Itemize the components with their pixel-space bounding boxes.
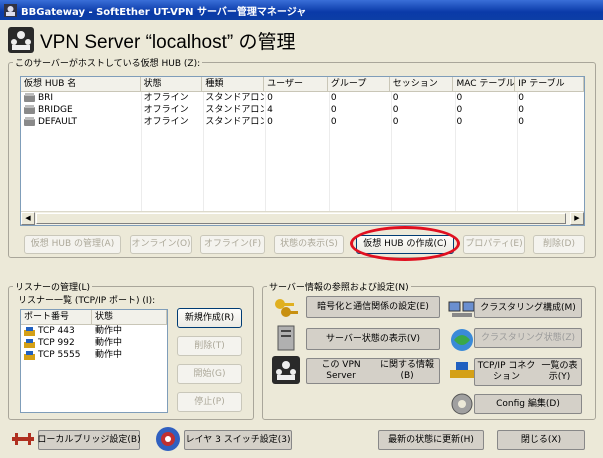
hub-list[interactable]: 仮想 HUB 名 状態 種類 ユーザー グループ セッション MAC テーブル …: [20, 76, 585, 226]
server-status-icon: [277, 325, 295, 351]
hub-icon: [24, 117, 35, 126]
cluster-status-icon: [451, 329, 473, 351]
scroll-left-icon[interactable]: ◀: [21, 212, 35, 225]
about-server-button[interactable]: この VPN Server に関する情報(B): [306, 358, 440, 384]
window-title: BBGateway - SoftEther UT-VPN サーバー管理マネージャ: [21, 6, 307, 18]
keys-icon: [275, 299, 298, 317]
port-icon: [24, 339, 35, 348]
col-sessions[interactable]: セッション: [390, 77, 454, 91]
config-edit-icon: [451, 393, 473, 415]
local-bridge-button[interactable]: ローカルブリッジ設定(B): [37, 430, 141, 450]
refresh-button[interactable]: 最新の状態に更新(H): [378, 430, 484, 450]
app-icon: [4, 3, 17, 17]
page-header: VPN Server “localhost” の管理: [8, 26, 296, 54]
hub-row[interactable]: BRIDGE オフライン スタンドアロン 4 0 0 0 0: [21, 104, 584, 116]
listener-list[interactable]: ポート番号 状態 TCP 443 動作中 TCP 992 動作中 TCP 555…: [20, 309, 168, 413]
page-title: VPN Server “localhost” の管理: [40, 31, 296, 53]
highlight-ellipse: [350, 226, 460, 261]
listener-stop-button[interactable]: 停止(P): [177, 392, 242, 412]
col-ip-table[interactable]: IP テーブル: [515, 77, 584, 91]
server-info-group-legend: サーバー情報の参照および設定(N): [267, 280, 411, 293]
cluster-icon: [448, 301, 475, 317]
server-status-button[interactable]: サーバー状態の表示(V): [306, 328, 440, 350]
port-icon: [24, 327, 35, 336]
layer3-switch-icon: [156, 427, 180, 451]
hub-group-legend: このサーバーがホストしている仮想 HUB (Z):: [13, 56, 203, 69]
listener-list-header: ポート番号 状態: [21, 310, 167, 325]
listener-list-label: リスナー一覧 (TCP/IP ポート) (I):: [18, 296, 156, 306]
layer3-switch-button[interactable]: レイヤ 3 スイッチ設定(3): [184, 430, 292, 450]
col-users[interactable]: ユーザー: [264, 77, 328, 91]
listener-group-legend: リスナーの管理(L): [13, 280, 93, 293]
listener-delete-button[interactable]: 削除(T): [177, 336, 242, 356]
hub-icon: [24, 105, 35, 114]
clustering-config-button[interactable]: クラスタリング構成(M): [474, 298, 582, 318]
scroll-thumb[interactable]: [36, 213, 566, 224]
port-icon: [24, 351, 35, 360]
encryption-settings-button[interactable]: 暗号化と通信関係の設定(E): [306, 296, 440, 318]
close-button[interactable]: 閉じる(X): [497, 430, 585, 450]
config-edit-button[interactable]: Config 編集(D): [474, 394, 582, 414]
scroll-right-icon[interactable]: ▶: [570, 212, 584, 225]
tcpip-connections-icon: [450, 362, 474, 378]
vpn-server-icon: [8, 27, 34, 53]
local-bridge-icon: [12, 433, 34, 445]
listener-new-button[interactable]: 新規作成(R): [177, 308, 242, 328]
offline-button[interactable]: オフライン(F): [200, 235, 265, 254]
listener-row[interactable]: TCP 5555 動作中: [21, 349, 167, 361]
hub-list-hscrollbar[interactable]: ◀ ▶: [21, 211, 584, 225]
hub-list-header: 仮想 HUB 名 状態 種類 ユーザー グループ セッション MAC テーブル …: [21, 77, 584, 92]
manage-hub-button[interactable]: 仮想 HUB の管理(A): [24, 235, 121, 254]
hub-icon: [24, 93, 35, 102]
title-bar: BBGateway - SoftEther UT-VPN サーバー管理マネージャ: [0, 0, 603, 20]
col-hub-name[interactable]: 仮想 HUB 名: [21, 77, 141, 91]
hub-row[interactable]: BRI オフライン スタンドアロン 0 0 0 0 0: [21, 92, 584, 104]
delete-hub-button[interactable]: 削除(D): [533, 235, 585, 254]
hub-row[interactable]: DEFAULT オフライン スタンドアロン 0 0 0 0 0: [21, 116, 584, 128]
col-listener-status[interactable]: 状態: [92, 310, 167, 324]
col-mac-table[interactable]: MAC テーブル: [453, 77, 516, 91]
online-button[interactable]: オンライン(O): [130, 235, 192, 254]
col-groups[interactable]: グループ: [328, 77, 390, 91]
col-port[interactable]: ポート番号: [21, 310, 93, 324]
tcpip-connections-button[interactable]: TCP/IP コネクション 一覧の表示(Y): [474, 358, 582, 386]
listener-row[interactable]: TCP 443 動作中: [21, 325, 167, 337]
col-status[interactable]: 状態: [141, 77, 203, 91]
col-type[interactable]: 種類: [202, 77, 265, 91]
clustering-status-button[interactable]: クラスタリング状態(Z): [474, 328, 582, 348]
listener-row[interactable]: TCP 992 動作中: [21, 337, 167, 349]
properties-button[interactable]: プロパティ(E): [463, 235, 525, 254]
listener-start-button[interactable]: 開始(G): [177, 364, 242, 384]
show-status-button[interactable]: 状態の表示(S): [274, 235, 344, 254]
about-server-icon: [272, 356, 300, 384]
